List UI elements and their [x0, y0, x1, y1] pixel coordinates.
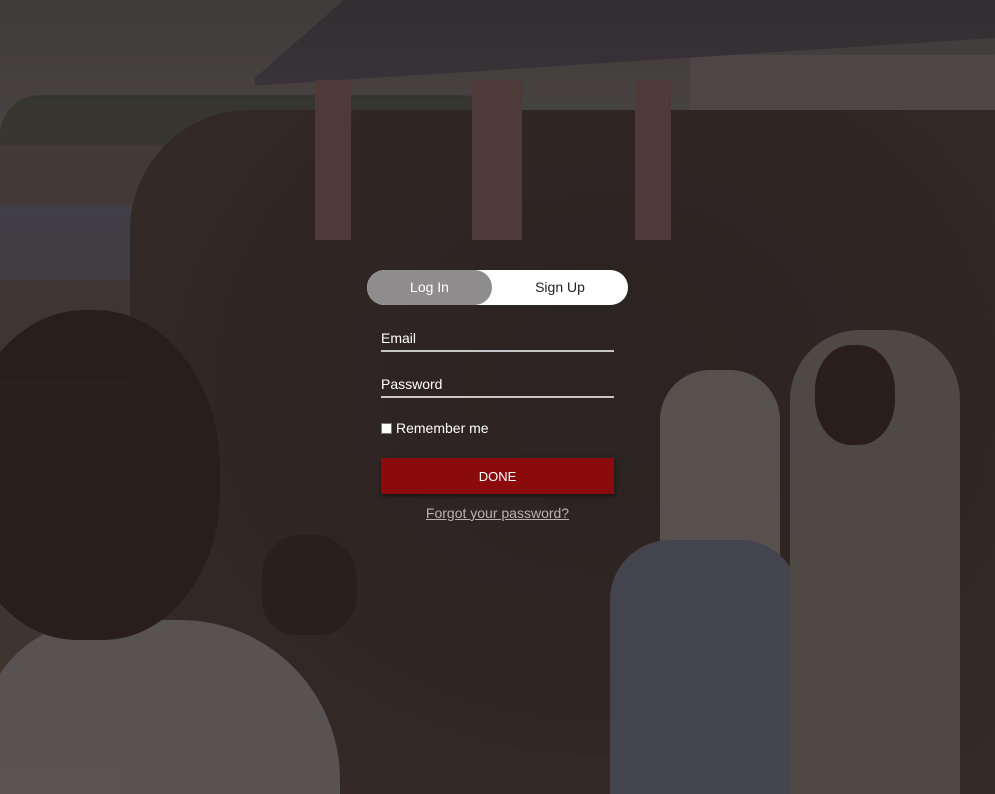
- auth-tabs: Log In Sign Up: [367, 270, 628, 305]
- password-field[interactable]: [381, 372, 614, 398]
- remember-me-label: Remember me: [396, 420, 489, 436]
- email-field[interactable]: [381, 326, 614, 352]
- remember-me-checkbox[interactable]: [381, 422, 392, 434]
- login-form: Log In Sign Up Remember me DONE Forgot y…: [367, 270, 628, 521]
- forgot-password-link[interactable]: Forgot your password?: [367, 505, 628, 521]
- done-button[interactable]: DONE: [381, 458, 614, 494]
- tab-sign-up[interactable]: Sign Up: [492, 270, 628, 305]
- remember-me-row: Remember me: [381, 419, 489, 437]
- tab-log-in[interactable]: Log In: [367, 270, 492, 305]
